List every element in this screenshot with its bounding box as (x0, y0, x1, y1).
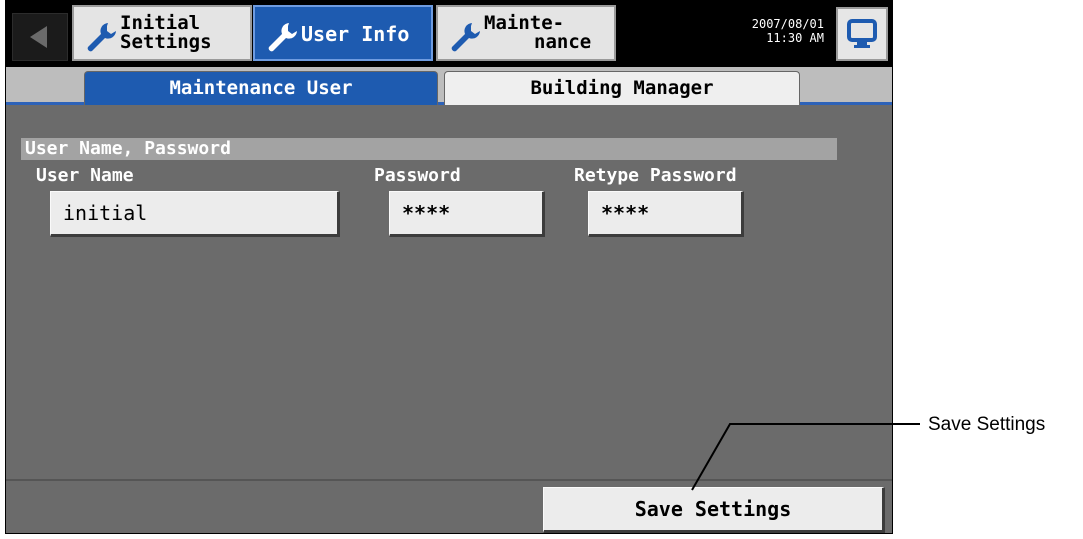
callout-label: Save Settings (928, 414, 1046, 435)
callout-leader-line (691, 423, 920, 491)
